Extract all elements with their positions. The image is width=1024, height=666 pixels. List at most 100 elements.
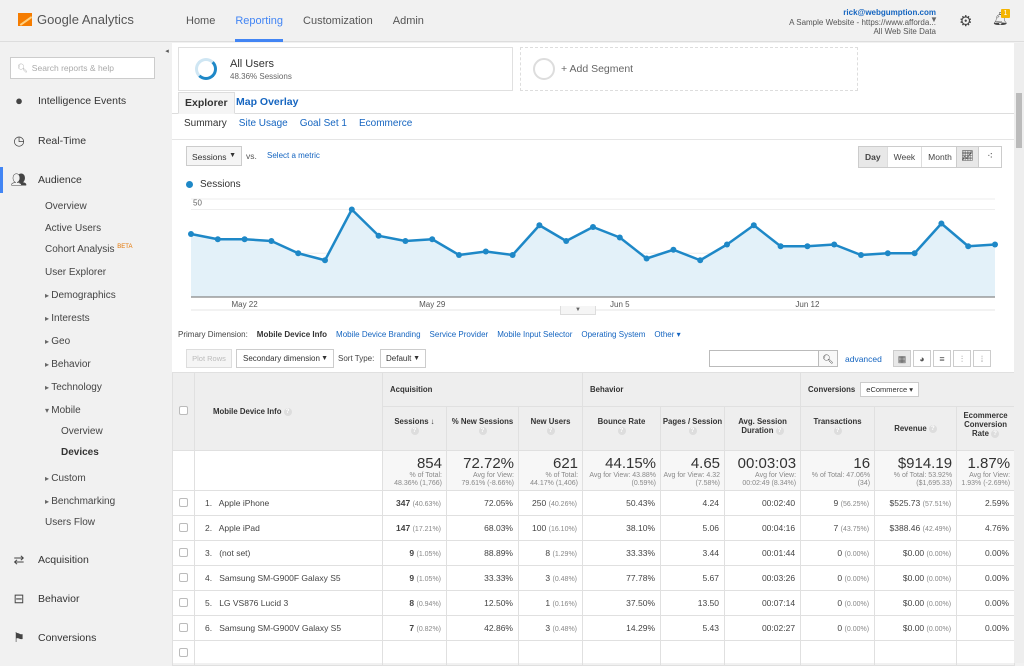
help-icon[interactable]: ? — [833, 426, 842, 435]
help-icon[interactable]: ? — [546, 426, 555, 435]
row-checkbox[interactable] — [179, 597, 188, 607]
add-segment-button[interactable]: + Add Segment — [520, 47, 858, 91]
nav-home[interactable]: Home — [176, 0, 225, 42]
dimension-operating-system[interactable]: Operating System — [581, 330, 645, 339]
device-link[interactable]: Samsung SM-G900V Galaxy S5 — [219, 623, 341, 633]
help-icon[interactable]: ? — [283, 407, 292, 416]
conversion-type-dropdown[interactable]: eCommerce ▾ — [860, 382, 919, 397]
sidebar-technology[interactable]: Technology — [45, 382, 102, 393]
device-link[interactable]: Samsung SM-G900F Galaxy S5 — [219, 573, 340, 583]
row-checkbox[interactable] — [179, 547, 188, 557]
pivot-icon[interactable]: ⦙ — [973, 350, 991, 367]
advanced-filter-link[interactable]: advanced — [845, 354, 882, 364]
sidebar-demographics[interactable]: Demographics — [45, 290, 115, 301]
row-checkbox[interactable] — [179, 522, 188, 532]
week-button[interactable]: Week — [887, 147, 923, 167]
device-link[interactable]: Apple iPhone — [219, 498, 270, 508]
dimension-service-provider[interactable]: Service Provider — [430, 330, 489, 339]
sidebar-item-acquisition[interactable]: ⇄ Acquisition — [0, 552, 89, 568]
sidebar-custom[interactable]: Custom — [45, 473, 85, 484]
sidebar-active-users[interactable]: Active Users — [45, 223, 101, 234]
sidebar-user-explorer[interactable]: User Explorer — [45, 267, 106, 278]
help-icon[interactable]: ? — [478, 426, 487, 435]
performance-icon[interactable]: ≡ — [933, 350, 951, 367]
row-checkbox[interactable] — [179, 572, 188, 582]
plot-rows-button[interactable]: Plot Rows — [186, 349, 232, 368]
help-icon[interactable]: ? — [410, 426, 419, 435]
row-checkbox[interactable] — [179, 497, 188, 507]
secondary-dimension-dropdown[interactable]: Secondary dimension ▼ — [236, 349, 334, 368]
nav-reporting[interactable]: Reporting — [225, 0, 293, 42]
subtab-ecommerce[interactable]: Ecommerce — [359, 118, 412, 129]
nav-customization[interactable]: Customization — [293, 0, 383, 42]
col-new-users[interactable]: New Users? — [517, 406, 584, 451]
help-icon[interactable]: ? — [775, 426, 784, 435]
col-revenue[interactable]: Revenue ? — [874, 406, 958, 451]
help-icon[interactable]: ? — [688, 426, 697, 435]
col-conversion-rate[interactable]: Ecommerce Conversion Rate ? — [956, 406, 1016, 451]
day-button[interactable]: Day — [859, 147, 888, 167]
pie-chart-icon[interactable]: ◕ — [913, 350, 931, 367]
comparison-icon[interactable]: ⫶ — [953, 350, 971, 367]
sort-type-dropdown[interactable]: Default ▼ — [380, 349, 426, 368]
people-icon: 👥︎ — [10, 172, 28, 187]
chevron-down-icon[interactable]: ▼ — [930, 15, 938, 24]
logo[interactable]: Google Analytics — [18, 12, 134, 27]
sidebar-behavior-sub[interactable]: Behavior — [45, 359, 90, 370]
chart-collapse-toggle[interactable]: ▼ — [560, 306, 596, 315]
sidebar-mobile-devices[interactable]: Devices — [61, 447, 99, 458]
collapse-sidebar-button[interactable]: ◂ — [162, 43, 172, 61]
tab-map-overlay[interactable]: Map Overlay — [230, 92, 304, 114]
device-link[interactable]: Apple iPad — [219, 523, 260, 533]
dimension-mobile-branding[interactable]: Mobile Device Branding — [336, 330, 421, 339]
table-filter-input[interactable] — [709, 350, 819, 367]
line-chart-icon[interactable]: 📈︎ — [957, 147, 979, 167]
col-new-sessions[interactable]: % New Sessions ? — [446, 406, 519, 451]
sidebar-geo[interactable]: Geo — [45, 336, 70, 347]
search-input[interactable]: 🔍︎ Search reports & help — [10, 57, 155, 79]
segment-all-users[interactable]: All Users 48.36% Sessions — [178, 47, 513, 91]
gear-icon[interactable]: ⚙ — [959, 12, 972, 30]
scrollbar-thumb[interactable] — [1016, 93, 1022, 148]
sidebar-item-real-time[interactable]: ◷ Real-Time — [0, 133, 86, 149]
col-bounce-rate[interactable]: Bounce Rate? — [582, 406, 662, 451]
subtab-site-usage[interactable]: Site Usage — [239, 118, 288, 129]
motion-chart-icon[interactable]: ⁖ — [979, 147, 1001, 167]
row-checkbox[interactable] — [179, 647, 188, 657]
sidebar-overview[interactable]: Overview — [45, 201, 87, 212]
sidebar-item-audience[interactable]: 👥︎ Audience — [0, 172, 82, 188]
col-pages-session[interactable]: Pages / Session ? — [660, 406, 726, 451]
account-selector[interactable]: rick@webgumption.com A Sample Website - … — [789, 8, 936, 37]
data-table-icon[interactable]: ▦ — [893, 350, 911, 367]
sidebar-item-intelligence-events[interactable]: ● Intelligence Events — [0, 93, 126, 108]
metric-dropdown[interactable]: Sessions ▼ — [186, 146, 242, 166]
sidebar-mobile-overview[interactable]: Overview — [61, 426, 103, 437]
col-label: Revenue — [894, 424, 927, 433]
col-sessions[interactable]: Sessions ↓? — [382, 406, 447, 451]
sidebar-mobile[interactable]: Mobile — [45, 405, 80, 416]
dimension-mobile-input[interactable]: Mobile Input Selector — [497, 330, 572, 339]
col-avg-duration[interactable]: Avg. Session Duration ? — [724, 406, 802, 451]
sidebar-cohort-analysis[interactable]: Cohort Analysis BETA — [45, 244, 133, 255]
sidebar-users-flow[interactable]: Users Flow — [45, 517, 95, 528]
dimension-other-dropdown[interactable]: Other ▾ — [654, 330, 680, 339]
row-checkbox[interactable] — [179, 622, 188, 632]
select-all-checkbox[interactable] — [179, 406, 188, 415]
tab-explorer[interactable]: Explorer — [178, 92, 235, 114]
select-metric-link[interactable]: Select a metric — [267, 151, 320, 160]
sidebar-interests[interactable]: Interests — [45, 313, 89, 324]
help-icon[interactable]: ? — [991, 429, 1000, 438]
subtab-summary[interactable]: Summary — [184, 118, 227, 129]
device-link[interactable]: (not set) — [219, 548, 250, 558]
sidebar-item-behavior[interactable]: ⊟ Behavior — [0, 591, 80, 607]
nav-admin[interactable]: Admin — [383, 0, 434, 42]
sidebar-item-conversions[interactable]: ⚑ Conversions — [0, 630, 96, 646]
search-icon[interactable]: 🔍︎ — [819, 350, 838, 367]
sidebar-benchmarking[interactable]: Benchmarking — [45, 496, 115, 507]
subtab-goal-set-1[interactable]: Goal Set 1 — [300, 118, 347, 129]
col-transactions[interactable]: Transactions? — [800, 406, 876, 451]
device-link[interactable]: LG VS876 Lucid 3 — [219, 598, 288, 608]
month-button[interactable]: Month — [922, 147, 958, 167]
help-icon[interactable]: ? — [617, 426, 626, 435]
help-icon[interactable]: ? — [928, 424, 937, 433]
